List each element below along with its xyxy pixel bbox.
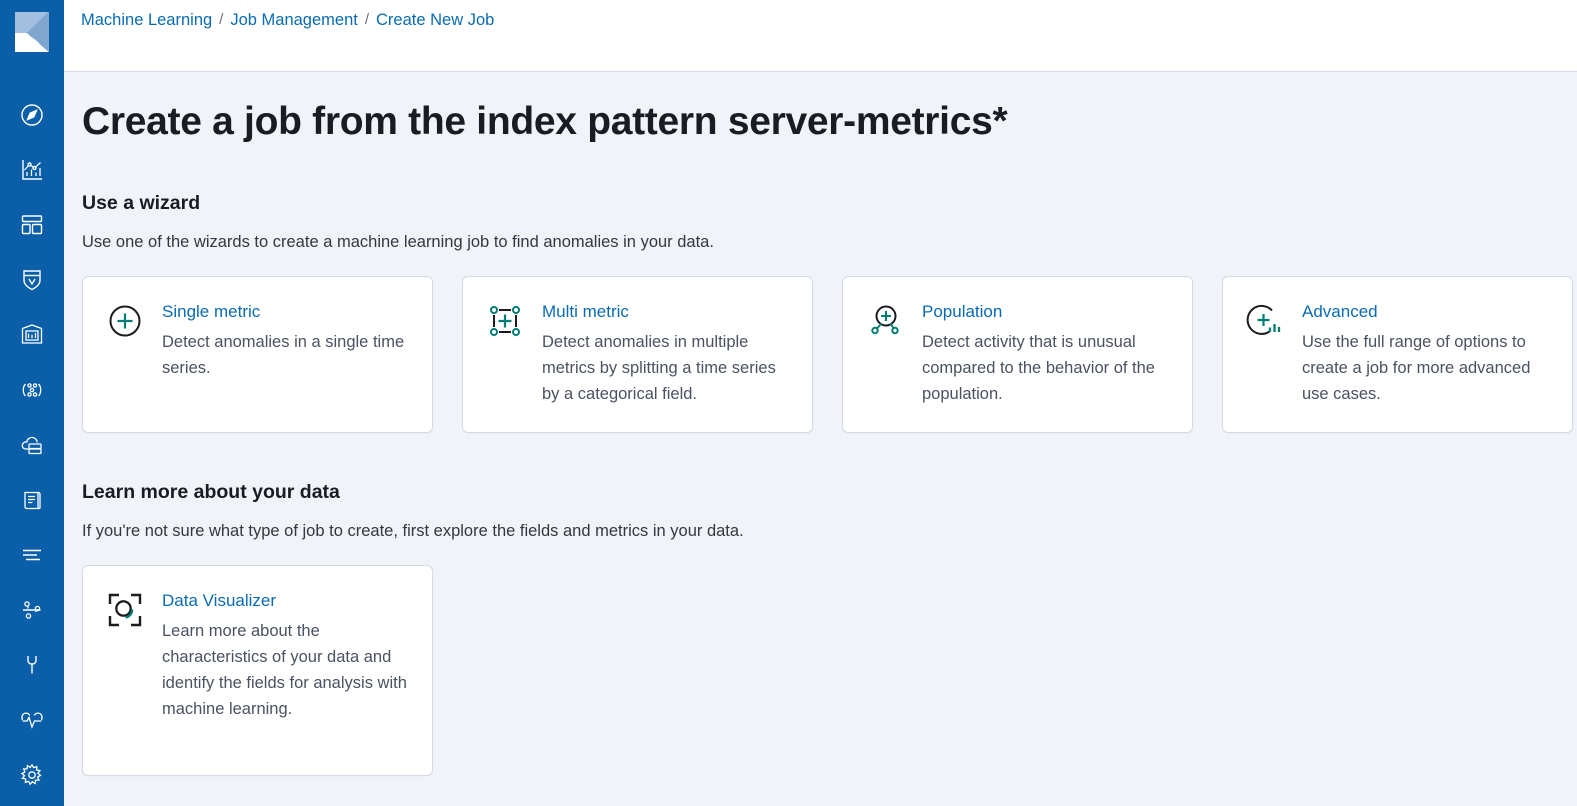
global-nav-sidebar xyxy=(0,0,64,806)
single-metric-plus-circle-icon xyxy=(105,301,145,341)
breadcrumb-item-machine-learning[interactable]: Machine Learning xyxy=(81,9,212,31)
card-title[interactable]: Population xyxy=(922,300,1172,324)
wizard-section-title: Use a wizard xyxy=(82,190,1577,216)
wizard-section: Use a wizard Use one of the wizards to c… xyxy=(82,190,1577,433)
card-body: Advanced Use the full range of options t… xyxy=(1302,299,1552,407)
breadcrumb-item-job-management[interactable]: Job Management xyxy=(230,9,358,31)
card-title[interactable]: Single metric xyxy=(162,300,412,324)
breadcrumb-item-create-new-job[interactable]: Create New Job xyxy=(376,9,494,31)
card-description: Detect anomalies in a single time series… xyxy=(162,329,412,381)
share-nodes-icon xyxy=(19,597,45,623)
dashboard-grid-icon xyxy=(19,212,45,238)
card-title[interactable]: Multi metric xyxy=(542,300,792,324)
card-body: Population Detect activity that is unusu… xyxy=(922,299,1172,407)
data-visualizer-viewfinder-icon xyxy=(105,590,145,630)
graph-nodes-icon xyxy=(19,377,45,403)
card-body: Single metric Detect anomalies in a sing… xyxy=(162,299,412,381)
multi-metric-dashed-box-plus-icon xyxy=(485,301,525,341)
app-root: Machine Learning / Job Management / Crea… xyxy=(0,0,1577,806)
section-spacer xyxy=(82,433,1577,479)
wrench-icon xyxy=(19,652,45,678)
wizard-card-multi-metric[interactable]: Multi metric Detect anomalies in multipl… xyxy=(462,276,813,433)
wizard-card-single-metric[interactable]: Single metric Detect anomalies in a sing… xyxy=(82,276,433,433)
gear-icon xyxy=(19,762,45,788)
page-title: Create a job from the index pattern serv… xyxy=(82,98,1577,146)
card-body: Multi metric Detect anomalies in multipl… xyxy=(542,299,792,407)
wizard-card-row: Single metric Detect anomalies in a sing… xyxy=(82,276,1577,433)
sidebar-item-discover[interactable] xyxy=(16,99,48,131)
scroll-document-icon xyxy=(19,487,45,513)
learn-card-data-visualizer[interactable]: Data Visualizer Learn more about the cha… xyxy=(82,565,433,776)
breadcrumb: Machine Learning / Job Management / Crea… xyxy=(81,5,494,31)
heartbeat-icon xyxy=(19,707,45,733)
wizard-card-advanced[interactable]: Advanced Use the full range of options t… xyxy=(1222,276,1573,433)
learn-more-section: Learn more about your data If you're not… xyxy=(82,479,1577,776)
breadcrumb-separator: / xyxy=(365,9,369,31)
kibana-logo[interactable] xyxy=(0,0,64,64)
card-description: Detect activity that is unusual compared… xyxy=(922,329,1172,407)
card-body: Data Visualizer Learn more about the cha… xyxy=(162,588,412,722)
wizard-card-population[interactable]: Population Detect activity that is unusu… xyxy=(842,276,1193,433)
lines-list-icon xyxy=(19,542,45,568)
shield-presentation-icon xyxy=(19,267,45,293)
line-bar-chart-icon xyxy=(19,157,45,183)
card-description: Detect anomalies in multiple metrics by … xyxy=(542,329,792,407)
learn-section-title: Learn more about your data xyxy=(82,479,1577,505)
sidebar-item-uptime[interactable] xyxy=(16,704,48,736)
learn-card-row: Data Visualizer Learn more about the cha… xyxy=(82,565,1577,776)
card-description: Use the full range of options to create … xyxy=(1302,329,1552,407)
population-nodes-plus-icon xyxy=(865,301,905,341)
card-title[interactable]: Data Visualizer xyxy=(162,589,412,613)
sidebar-item-dashboard[interactable] xyxy=(16,209,48,241)
framed-chart-icon xyxy=(19,322,45,348)
wizard-section-description: Use one of the wizards to create a machi… xyxy=(82,230,1577,254)
card-title[interactable]: Advanced xyxy=(1302,300,1552,324)
cloud-server-icon xyxy=(19,432,45,458)
sidebar-item-apm[interactable] xyxy=(16,539,48,571)
sidebar-item-canvas[interactable] xyxy=(16,264,48,296)
main-column: Machine Learning / Job Management / Crea… xyxy=(64,0,1577,806)
header-bar: Machine Learning / Job Management / Crea… xyxy=(64,0,1577,72)
sidebar-item-maps[interactable] xyxy=(16,319,48,351)
card-description: Learn more about the characteristics of … xyxy=(162,618,412,722)
compass-icon xyxy=(19,102,45,128)
sidebar-item-logs[interactable] xyxy=(16,484,48,516)
advanced-plus-bars-icon xyxy=(1245,301,1285,341)
sidebar-item-dev-tools[interactable] xyxy=(16,649,48,681)
learn-section-description: If you're not sure what type of job to c… xyxy=(82,519,1577,543)
breadcrumb-separator: / xyxy=(219,9,223,31)
sidebar-item-visualize[interactable] xyxy=(16,154,48,186)
sidebar-item-graph[interactable] xyxy=(16,374,48,406)
nav-items-list xyxy=(16,64,48,791)
page-content: Create a job from the index pattern serv… xyxy=(64,72,1577,806)
sidebar-item-machine-learning[interactable] xyxy=(16,594,48,626)
sidebar-item-infrastructure[interactable] xyxy=(16,429,48,461)
sidebar-item-management[interactable] xyxy=(16,759,48,791)
